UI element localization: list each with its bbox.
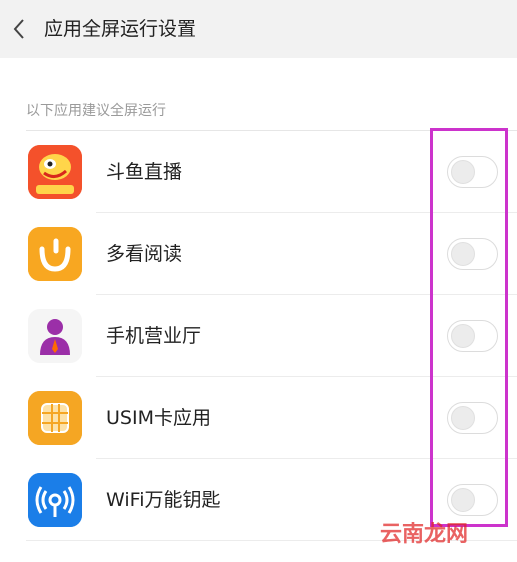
wifi-key-icon xyxy=(28,473,82,527)
watermark: 云南龙网 xyxy=(380,522,469,547)
section-label: 以下应用建议全屏运行 xyxy=(26,103,166,119)
douyu-icon xyxy=(28,145,82,199)
app-name: USIM卡应用 xyxy=(106,407,211,429)
app-name: WiFi万能钥匙 xyxy=(106,489,221,511)
highlight-box xyxy=(430,128,508,527)
business-hall-icon xyxy=(28,309,82,363)
page-title: 应用全屏运行设置 xyxy=(44,18,197,40)
back-button[interactable] xyxy=(4,10,34,48)
duokan-icon xyxy=(28,227,82,281)
usim-card-icon xyxy=(28,391,82,445)
header-bar: 应用全屏运行设置 xyxy=(0,0,517,58)
chevron-left-icon xyxy=(13,19,24,39)
app-name: 多看阅读 xyxy=(106,243,183,265)
app-name: 斗鱼直播 xyxy=(106,161,183,183)
app-name: 手机营业厅 xyxy=(106,325,202,347)
